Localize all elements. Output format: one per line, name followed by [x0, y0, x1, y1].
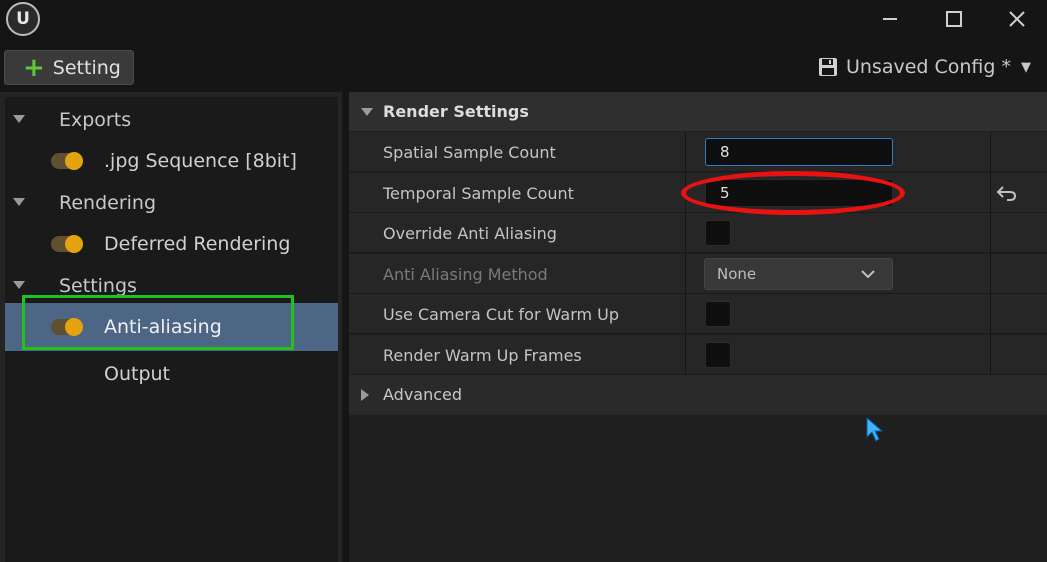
advanced-section-header[interactable]: Advanced: [349, 375, 1047, 415]
logo-text: U: [16, 9, 30, 29]
add-setting-label: Setting: [52, 56, 121, 79]
tree-item-jpg-sequence[interactable]: .jpg Sequence [8bit]: [5, 140, 338, 182]
tree-item-label: Output: [104, 363, 170, 385]
column-divider: [990, 335, 991, 375]
property-row-anti-aliasing-method: Anti Aliasing Method None: [349, 254, 1047, 294]
floppy-disk-icon: [818, 58, 837, 76]
maximize-button[interactable]: [934, 4, 974, 34]
reset-to-default-icon[interactable]: [995, 183, 1019, 203]
anti-aliasing-method-dropdown[interactable]: None: [704, 258, 893, 290]
tree-category-rendering[interactable]: Rendering: [5, 182, 338, 224]
add-setting-button[interactable]: + Setting: [4, 50, 134, 85]
property-name: Spatial Sample Count: [383, 143, 556, 162]
maximize-icon: [946, 11, 962, 27]
close-icon: [1009, 11, 1025, 27]
annotation-highlight-box: [22, 295, 294, 350]
tree-item-label: Deferred Rendering: [104, 233, 291, 255]
section-title: Render Settings: [383, 102, 529, 121]
input-value: 8: [720, 143, 730, 161]
column-divider: [990, 294, 991, 334]
enable-toggle[interactable]: [51, 235, 83, 253]
spatial-sample-count-input[interactable]: 8: [705, 138, 893, 166]
category-label: Settings: [59, 275, 137, 297]
tree-item-deferred-rendering[interactable]: Deferred Rendering: [5, 223, 338, 265]
property-row-render-warm-up-frames: Render Warm Up Frames: [349, 335, 1047, 375]
tree-category-exports[interactable]: Exports: [5, 99, 338, 141]
column-divider: [990, 132, 991, 172]
column-divider: [685, 254, 686, 294]
column-divider: [685, 132, 686, 172]
details-panel: Render Settings Spatial Sample Count 8 T…: [349, 92, 1047, 562]
category-label: Rendering: [59, 192, 157, 214]
property-name: Anti Aliasing Method: [383, 265, 548, 284]
property-row-spatial-sample-count: Spatial Sample Count 8: [349, 132, 1047, 172]
minimize-button[interactable]: [870, 4, 910, 34]
chevron-down-icon: [861, 270, 875, 279]
plus-icon: +: [23, 52, 45, 83]
mouse-cursor-icon: [866, 417, 884, 442]
property-row-override-anti-aliasing: Override Anti Aliasing: [349, 213, 1047, 253]
toolbar: + Setting Unsaved Config * ▼: [0, 40, 1047, 92]
property-name: Render Warm Up Frames: [383, 346, 582, 365]
column-divider: [685, 213, 686, 253]
title-bar: U: [0, 0, 1047, 40]
column-divider: [685, 335, 686, 375]
property-name: Override Anti Aliasing: [383, 224, 557, 243]
category-label: Exports: [59, 109, 132, 131]
expand-arrow-icon: [361, 108, 373, 116]
render-warm-up-frames-checkbox[interactable]: [705, 342, 731, 368]
expand-arrow-icon: [13, 281, 25, 289]
expand-arrow-icon: [13, 115, 25, 123]
minimize-icon: [883, 18, 897, 20]
use-camera-cut-checkbox[interactable]: [705, 301, 731, 327]
config-dropdown[interactable]: Unsaved Config * ▼: [818, 56, 1031, 78]
collapsed-arrow-icon: [361, 389, 369, 401]
chevron-down-icon: ▼: [1021, 59, 1031, 75]
section-title: Advanced: [383, 385, 463, 404]
close-button[interactable]: [997, 4, 1037, 34]
column-divider: [990, 213, 991, 253]
annotation-red-oval: [681, 171, 905, 215]
property-name: Use Camera Cut for Warm Up: [383, 305, 620, 324]
unreal-logo-icon: U: [6, 2, 40, 36]
config-label: Unsaved Config *: [845, 56, 1011, 78]
tree-item-output[interactable]: Output: [5, 353, 338, 395]
render-settings-header[interactable]: Render Settings: [349, 92, 1047, 131]
column-divider: [990, 173, 991, 213]
dropdown-value: None: [717, 265, 757, 283]
property-row-use-camera-cut: Use Camera Cut for Warm Up: [349, 294, 1047, 334]
enable-toggle[interactable]: [51, 152, 83, 170]
expand-arrow-icon: [13, 198, 25, 206]
override-anti-aliasing-checkbox[interactable]: [705, 220, 731, 246]
column-divider: [990, 254, 991, 294]
property-name: Temporal Sample Count: [383, 184, 574, 203]
tree-item-label: .jpg Sequence [8bit]: [104, 150, 297, 172]
column-divider: [685, 294, 686, 334]
